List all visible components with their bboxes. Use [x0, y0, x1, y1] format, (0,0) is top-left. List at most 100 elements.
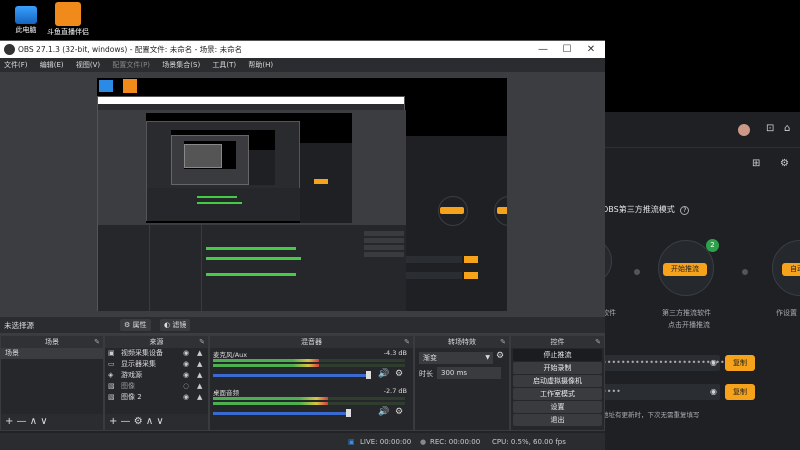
- preview-capture: [97, 78, 507, 311]
- gift-icon[interactable]: ⊞: [752, 158, 760, 169]
- menu-view[interactable]: 视图(V): [76, 61, 100, 69]
- chevron-down-icon: ▼: [485, 354, 490, 361]
- shirt-icon[interactable]: ⌂: [784, 123, 790, 134]
- step-dot: [634, 269, 640, 275]
- volume-slider-handle[interactable]: [366, 371, 371, 379]
- maximize-button[interactable]: ☐: [555, 41, 579, 58]
- nested-sources: [150, 225, 202, 311]
- gear-icon[interactable]: ⚙: [496, 351, 504, 361]
- nested-capture-2: [171, 130, 275, 185]
- source-item[interactable]: ◈ 游戏源 ◉ ▲: [105, 370, 208, 381]
- transition-select[interactable]: 渐变 ▼: [419, 352, 493, 364]
- eye-icon[interactable]: ◉: [183, 359, 189, 370]
- eye-off-icon[interactable]: ◌: [183, 381, 189, 392]
- scenes-dock-footer[interactable]: + — ∧ ∨: [1, 414, 103, 430]
- exit-button[interactable]: 退出: [513, 414, 602, 426]
- desktop-icon-douyu[interactable]: 斗鱼直播伴侣: [46, 2, 90, 37]
- desktop-icon-label: 此电脑: [15, 26, 37, 34]
- eye-icon[interactable]: ◉: [183, 392, 189, 403]
- nested-copy: [464, 256, 478, 263]
- speaker-icon[interactable]: 🔊: [378, 407, 389, 417]
- menu-help[interactable]: 帮助(H): [248, 61, 273, 69]
- nested-meter: [197, 196, 237, 198]
- eye-icon[interactable]: ◉: [710, 358, 717, 367]
- menu-profile[interactable]: 配置文件(P): [112, 61, 150, 69]
- nested-docks: [98, 225, 406, 311]
- eye-icon[interactable]: ◉: [710, 387, 717, 396]
- computer-icon: [99, 80, 113, 92]
- lock-icon[interactable]: ▲: [197, 359, 202, 370]
- lock-icon[interactable]: ▲: [197, 392, 202, 403]
- volume-slider[interactable]: [213, 374, 368, 377]
- avatar[interactable]: [738, 124, 750, 136]
- volume-slider-handle[interactable]: [346, 409, 351, 417]
- scenes-dock: 场景 ✎ 场景 + — ∧ ∨: [0, 335, 104, 431]
- update-note: 地址有更新时，下次无需重复填写: [602, 411, 700, 419]
- settings-icon[interactable]: ⚙: [780, 158, 789, 169]
- sources-dock-footer[interactable]: + — ⚙ ∧ ∨: [105, 414, 208, 430]
- step-badge: 2: [706, 239, 719, 252]
- copy-key-button[interactable]: 复制: [725, 384, 755, 400]
- stop-streaming-button[interactable]: 停止推流: [513, 349, 602, 361]
- start-recording-button[interactable]: 开始录制: [513, 362, 602, 374]
- source-item[interactable]: ▣ 视频采集设备 ◉ ▲: [105, 348, 208, 359]
- nested-app-2: [249, 150, 275, 185]
- filters-button[interactable]: ◐ 滤镜: [160, 319, 191, 331]
- properties-button[interactable]: ⚙ 属性: [120, 319, 151, 331]
- dock-float-icon[interactable]: ✎: [595, 336, 601, 348]
- help-icon[interactable]: ?: [680, 206, 690, 215]
- close-button[interactable]: ✕: [579, 41, 603, 58]
- duration-input[interactable]: 300 ms: [437, 367, 501, 379]
- douyu-icon: [55, 2, 81, 26]
- nested-copy: [464, 272, 478, 279]
- source-item[interactable]: ▭ 显示器采集 ◉ ▲: [105, 359, 208, 370]
- volume-slider[interactable]: [213, 412, 348, 415]
- dock-float-icon[interactable]: ✎: [500, 336, 506, 348]
- menu-edit[interactable]: 编辑(E): [40, 61, 64, 69]
- controls-dock-title: 控件: [550, 338, 565, 346]
- gear-icon[interactable]: ⚙: [395, 369, 403, 379]
- eye-icon[interactable]: ◉: [183, 370, 189, 381]
- status-bar: ▣ LIVE: 00:00:00 ● REC: 00:00:00 CPU: 0.…: [0, 433, 605, 450]
- lock-icon[interactable]: ▲: [197, 348, 202, 359]
- preview-area[interactable]: [0, 72, 605, 352]
- lock-icon[interactable]: ▲: [197, 381, 202, 392]
- eye-icon[interactable]: ◉: [183, 348, 189, 359]
- scene-item[interactable]: 场景: [1, 348, 103, 359]
- speaker-icon[interactable]: 🔊: [378, 369, 389, 379]
- sources-dock: 来源 ✎ ▣ 视频采集设备 ◉ ▲ ▭ 显示器采集 ◉ ▲ ◈ 游戏源 ◉ ▲ ▧ 图像 ◌ ▲ ▧ 图像 …: [104, 335, 209, 431]
- dock-float-icon[interactable]: ✎: [404, 336, 410, 348]
- dock-float-icon[interactable]: ✎: [199, 336, 205, 348]
- nested-field: [402, 256, 462, 263]
- copy-url-button[interactable]: 复制: [725, 355, 755, 371]
- douyu-icon: [123, 79, 137, 93]
- lock-icon[interactable]: ▲: [197, 370, 202, 381]
- nested-docks-2: [147, 188, 301, 221]
- level-meter-fill: [213, 397, 329, 400]
- start-stream-button[interactable]: 开始推流: [663, 263, 707, 276]
- level-meter-fill: [213, 402, 329, 405]
- gear-icon[interactable]: ⚙: [395, 407, 403, 417]
- source-item[interactable]: ▧ 图像 2 ◉ ▲: [105, 392, 208, 403]
- stream-key-field[interactable]: ••••: [600, 384, 720, 400]
- nested-obs-3: [171, 135, 249, 185]
- dock-float-icon[interactable]: ✎: [94, 336, 100, 348]
- source-item[interactable]: ▧ 图像 ◌ ▲: [105, 381, 208, 392]
- desktop-icon-this-pc[interactable]: 此电脑: [4, 2, 48, 35]
- menu-file[interactable]: 文件(F): [4, 61, 28, 69]
- controls-dock: 控件 ✎ 停止推流 开始录制 启动虚拟摄像机 工作室模式 设置 退出: [510, 335, 605, 431]
- menu-tools[interactable]: 工具(T): [212, 61, 236, 69]
- no-source-label: 未选择源: [4, 321, 34, 330]
- nested-capture: [146, 113, 352, 223]
- settings-button[interactable]: 设置: [513, 401, 602, 413]
- menu-scene-collection[interactable]: 场景集合(S): [162, 61, 200, 69]
- studio-mode-button[interactable]: 工作室模式: [513, 388, 602, 400]
- obs-logo-icon: [4, 44, 15, 55]
- virtual-camera-button[interactable]: 启动虚拟摄像机: [513, 375, 602, 387]
- screen-icon[interactable]: ⊡: [766, 123, 774, 134]
- auto-button[interactable]: 自动: [782, 263, 800, 276]
- server-url-field[interactable]: ••••••••••••••••••••••••••: [600, 355, 725, 371]
- desktop: 此电脑 斗鱼直播伴侣 ⊡ ⌂ ⊞ ⚙ OBS第三方推流模式 ? 2 开始推流 自…: [0, 0, 800, 450]
- minimize-button[interactable]: —: [531, 41, 555, 58]
- nested-meter: [197, 202, 242, 204]
